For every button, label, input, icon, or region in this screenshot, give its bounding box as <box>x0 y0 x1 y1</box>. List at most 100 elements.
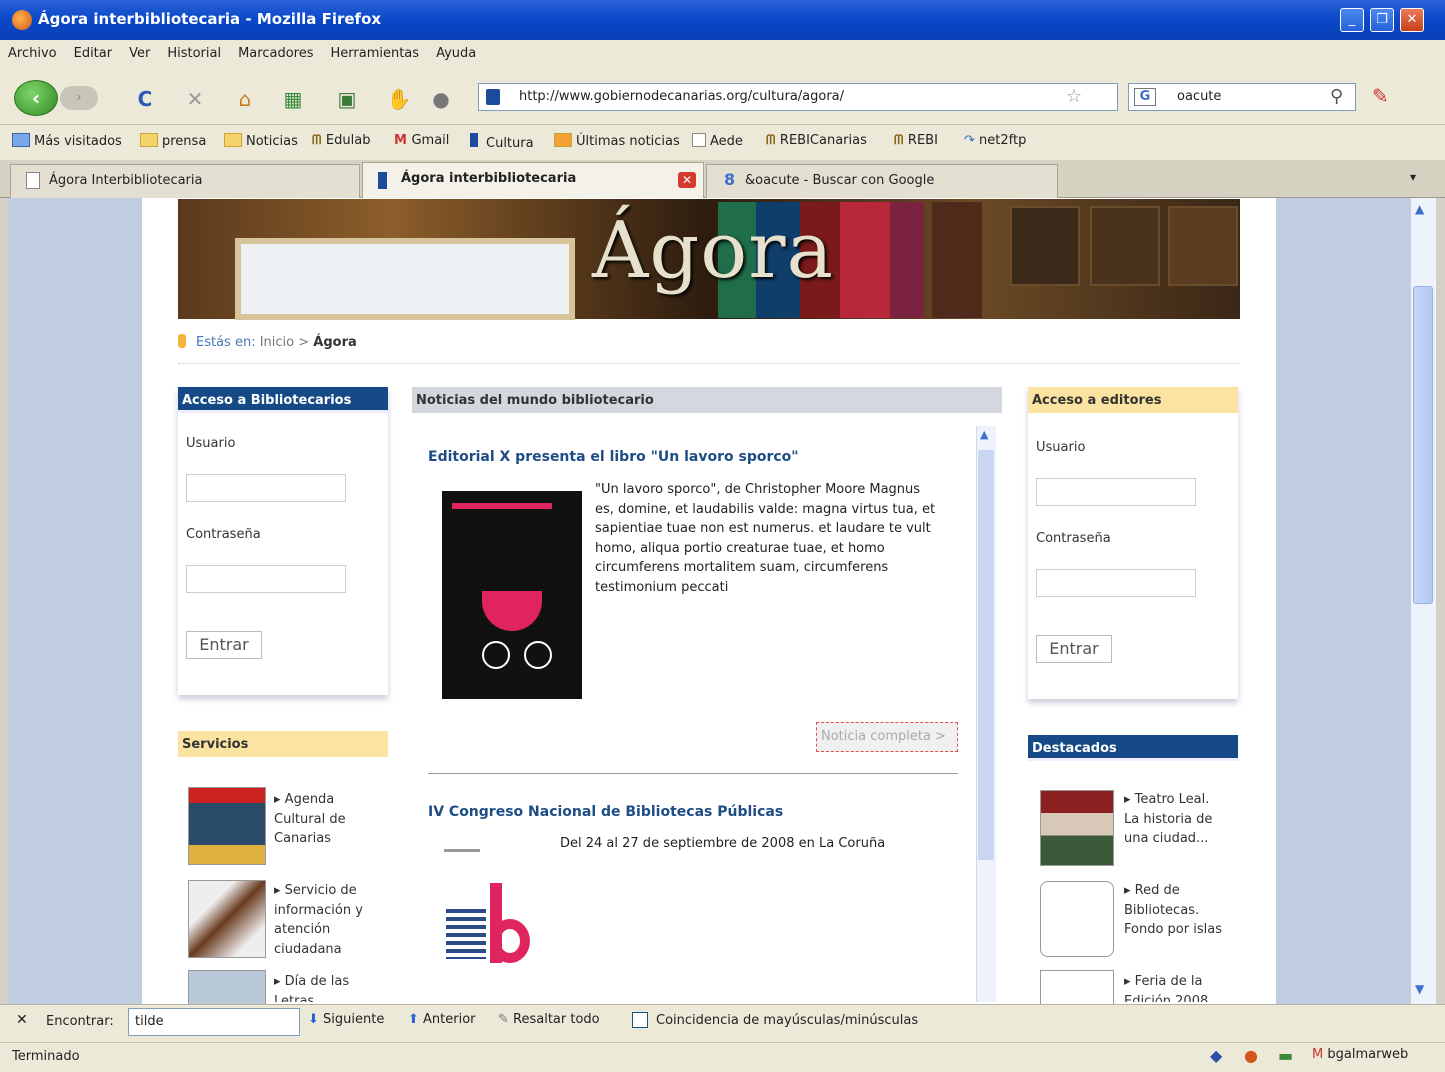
bookmark-mas-visitados[interactable]: Más visitados <box>12 133 122 149</box>
letters-day-image[interactable] <box>188 970 266 1004</box>
banner-shelf-item <box>1168 206 1238 286</box>
globe-addon-icon[interactable]: ● <box>428 86 454 112</box>
breadcrumb-home-link[interactable]: Inicio > <box>260 335 309 350</box>
menu-archivo[interactable]: Archivo <box>0 40 66 61</box>
divider <box>178 363 1240 364</box>
bookmark-prensa[interactable]: prensa <box>140 133 206 149</box>
search-input[interactable]: oacute <box>1128 83 1356 111</box>
minimize-button[interactable]: _ <box>1340 8 1364 32</box>
tab-agora-1[interactable]: Ágora Interbibliotecaria <box>10 164 360 198</box>
tab-close-icon[interactable]: ✕ <box>678 172 696 188</box>
menu-historial[interactable]: Historial <box>159 40 230 61</box>
agenda-cultural-image[interactable] <box>188 787 266 865</box>
close-button[interactable]: ✕ <box>1400 8 1424 32</box>
service-info-link[interactable]: ▸ Servicio de información y atención ciu… <box>274 881 382 959</box>
bookmark-rebicanarias[interactable]: ᗰ REBICanarias <box>766 133 867 148</box>
editor-login-button[interactable]: Entrar <box>1036 635 1112 663</box>
stop-icon[interactable]: ✕ <box>182 86 208 112</box>
bookmark-aede[interactable]: Aede <box>692 133 743 149</box>
bookmark-noticias[interactable]: Noticias <box>224 133 298 149</box>
bookmark-rebi[interactable]: ᗰ REBI <box>894 133 938 148</box>
news-scroll-up-icon[interactable]: ▲ <box>980 428 988 441</box>
search-go-icon[interactable]: ⚲ <box>1330 86 1343 107</box>
book-fair-image[interactable] <box>1040 970 1114 1004</box>
highlight-all-button[interactable]: ✎ Resaltar todo <box>498 1012 600 1027</box>
bookmark-ultimas-noticias[interactable]: Últimas noticias <box>554 133 680 149</box>
maximize-button[interactable]: ❐ <box>1370 8 1394 32</box>
breadcrumb-icon <box>178 334 186 348</box>
reload-icon[interactable]: C <box>132 86 158 112</box>
site-favicon <box>378 172 387 189</box>
bookmark-edulab[interactable]: ᗰ Edulab <box>312 133 370 148</box>
tab-list-icon[interactable]: ▾ <box>1410 170 1416 184</box>
addon-icon[interactable]: ▣ <box>334 86 360 112</box>
bookmark-gmail[interactable]: M Gmail <box>394 133 449 148</box>
menu-marcadores[interactable]: Marcadores <box>230 40 322 61</box>
teatro-leal-image[interactable] <box>1040 790 1114 866</box>
url-input[interactable]: http://www.gobiernodecanarias.org/cultur… <box>478 83 1118 111</box>
menu-ver[interactable]: Ver <box>121 40 159 61</box>
banner-screenshot-image <box>235 238 575 320</box>
page-icon <box>26 172 40 189</box>
menu-ayuda[interactable]: Ayuda <box>428 40 485 61</box>
scroll-down-icon[interactable]: ▼ <box>1415 982 1424 996</box>
menu-editar[interactable]: Editar <box>66 40 122 61</box>
news-section-title: Noticias del mundo bibliotecario <box>412 387 1002 413</box>
find-close-icon[interactable]: ✕ <box>16 1012 28 1028</box>
full-news-button[interactable]: Noticia completa > <box>816 722 958 752</box>
editor-user-input[interactable] <box>1036 478 1196 506</box>
match-case-label[interactable]: Coincidencia de mayúsculas/minúsculas <box>656 1013 918 1028</box>
editor-password-input[interactable] <box>1036 569 1196 597</box>
librarian-password-input[interactable] <box>186 565 346 593</box>
home-icon[interactable]: ⌂ <box>232 86 258 112</box>
google-search-icon[interactable]: G <box>1134 88 1156 106</box>
librarian-login-button[interactable]: Entrar <box>186 631 262 659</box>
news-1-book-cover <box>442 491 582 699</box>
search-text: oacute <box>1177 89 1222 104</box>
tab-google-search[interactable]: &oacute - Buscar con Google <box>706 164 1058 198</box>
tab-agora-2[interactable]: Ágora interbibliotecaria <box>362 162 704 199</box>
news-1-title[interactable]: Editorial X presenta el libro "Un lavoro… <box>428 449 968 465</box>
back-button[interactable]: ‹ <box>14 80 58 116</box>
bookmark-addon-icon[interactable]: ✎ <box>1372 84 1389 108</box>
bookmark-star-icon[interactable]: ☆ <box>1066 86 1082 107</box>
menu-herramientas[interactable]: Herramientas <box>323 40 429 61</box>
banner-book <box>890 202 924 318</box>
window-title: Ágora interbibliotecaria - Mozilla Firef… <box>38 10 382 28</box>
password-label: Contraseña <box>1036 531 1111 546</box>
find-next-button[interactable]: ⬇ Siguiente <box>308 1012 384 1027</box>
service-agenda-link[interactable]: ▸ Agenda Cultural de Canarias <box>274 790 382 849</box>
site-favicon <box>486 89 500 105</box>
service-letters-link[interactable]: ▸ Día de las Letras <box>274 972 382 1002</box>
url-text: http://www.gobiernodecanarias.org/cultur… <box>519 89 845 104</box>
news-divider <box>428 773 958 774</box>
featured-red-bibliotecas-link[interactable]: ▸ Red de Bibliotecas. Fondo por islas <box>1124 881 1224 940</box>
bookmark-net2ftp[interactable]: ↷ net2ftp <box>964 133 1026 148</box>
news-2-title[interactable]: IV Congreso Nacional de Bibliotecas Públ… <box>428 804 968 820</box>
featured-title: Destacados <box>1028 735 1238 761</box>
librarian-login-title: Acceso a Bibliotecarios <box>178 387 388 413</box>
find-input[interactable]: tilde <box>128 1008 300 1036</box>
featured-feria-link[interactable]: ▸ Feria de la Edición 2008 <box>1124 972 1224 1002</box>
find-previous-button[interactable]: ⬆ Anterior <box>408 1012 476 1027</box>
chart-addon-icon[interactable]: ▦ <box>280 86 306 112</box>
user-label: Usuario <box>1036 440 1086 455</box>
forward-button[interactable]: › <box>60 86 98 110</box>
gesture-addon-icon[interactable]: ✋ <box>386 86 412 112</box>
librarian-user-input[interactable] <box>186 474 346 502</box>
services-title: Servicios <box>178 731 388 757</box>
scrollbar-thumb[interactable] <box>1413 286 1433 604</box>
bookmark-cultura[interactable]: Cultura <box>470 133 534 151</box>
featured-teatro-link[interactable]: ▸ Teatro Leal. La historia de una ciudad… <box>1124 790 1224 849</box>
library-islands-map-image[interactable] <box>1040 881 1114 957</box>
status-sync-icon[interactable]: ▬ <box>1278 1046 1293 1065</box>
news-scrollbar-thumb[interactable] <box>978 450 994 860</box>
scroll-up-icon[interactable]: ▲ <box>1415 202 1424 216</box>
banner-shelf-item <box>1090 206 1160 286</box>
match-case-checkbox[interactable] <box>632 1012 648 1028</box>
gmail-notifier[interactable]: M bgalmarweb <box>1312 1047 1408 1062</box>
status-addon-icon[interactable]: ◆ <box>1210 1046 1222 1065</box>
status-firefox-icon[interactable]: ● <box>1244 1046 1258 1065</box>
menu-bar: Archivo Editar Ver Historial Marcadores Herra… <box>0 40 1445 68</box>
info-service-image[interactable] <box>188 880 266 958</box>
